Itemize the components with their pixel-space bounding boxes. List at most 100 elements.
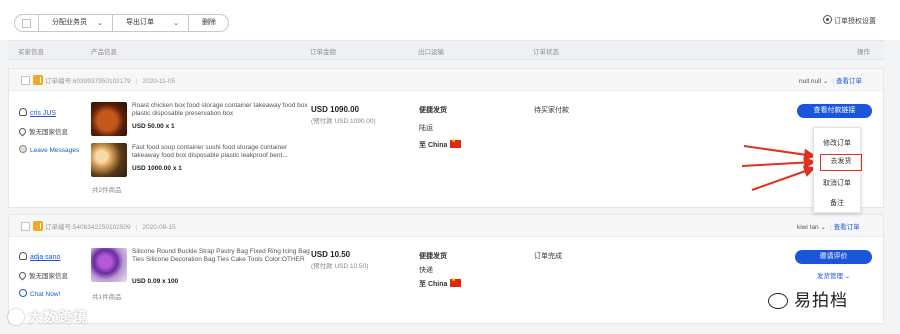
order-date: 2020-11-05: [142, 78, 176, 85]
checkbox-box: [22, 19, 31, 28]
order-card-header: 订单编号:5408342250102509 | 2020-09-15 kiwi ta…: [9, 215, 883, 237]
view-order-link[interactable]: 查看订单: [836, 78, 862, 85]
product-price: USD 1000.00 x 1: [132, 165, 182, 172]
column-actions: 操作: [857, 49, 870, 56]
order-amount: USD 10.50: [311, 250, 351, 259]
invite-review-button[interactable]: 邀请评价: [795, 250, 872, 264]
menu-item-modify-order[interactable]: 修改订单: [814, 138, 860, 148]
order-badge-icon: [33, 221, 43, 231]
location-pin-icon: [17, 270, 28, 281]
destination-text: 至 China: [419, 142, 448, 149]
buyer-location: 暂无国家信息: [17, 270, 68, 281]
order-card: 订单编号:5408342250102509 | 2020-09-15 kiwi ta…: [8, 214, 884, 324]
chat-now-link[interactable]: Chat Now!: [19, 289, 60, 298]
view-order-link[interactable]: 查看订单: [834, 224, 860, 231]
arrow-line: [743, 145, 816, 161]
buyer-location: 暂无国家信息: [17, 126, 68, 137]
assign-salesperson-label: 分配业务员: [52, 19, 87, 26]
person-icon: [19, 108, 27, 116]
shipping-management-label: 发货管理: [817, 273, 843, 280]
menu-item-remark[interactable]: 备注: [814, 198, 860, 208]
shipping-method: 便捷发货: [419, 253, 447, 260]
watermark-right-text: 易拍档: [794, 291, 848, 310]
buyer-name: cris JUS: [30, 110, 57, 117]
chat-icon: [19, 289, 27, 297]
assign-salesperson-button[interactable]: 分配业务员 ⌄: [38, 14, 113, 32]
logo-ring-icon: [8, 309, 24, 325]
shipping-destination: 至 China: [419, 277, 462, 289]
buyer-location-text: 暂无国家信息: [29, 129, 68, 136]
view-payment-link-button[interactable]: 查看付款链接: [797, 104, 872, 118]
destination-text: 至 China: [419, 281, 448, 288]
shipping-method: 便捷发货: [419, 107, 447, 114]
chevron-down-icon: ⌄: [818, 224, 826, 231]
shipping-mode: 快递: [419, 267, 433, 274]
location-pin-icon: [17, 126, 28, 137]
china-flag-icon: [450, 277, 462, 287]
column-status: 订单状态: [533, 49, 559, 56]
leave-messages-label: Leave Messages: [30, 147, 80, 154]
order-amount: USD 1090.00: [311, 105, 360, 114]
column-shipping: 出口运输: [418, 49, 444, 56]
buyer-name-link[interactable]: adja sano: [19, 252, 60, 261]
product-title-link[interactable]: Fast food soup container sushi food stor…: [132, 144, 312, 160]
export-orders-label: 导出订单: [126, 19, 154, 26]
shipping-management-link[interactable]: 发货管理 ⌄: [817, 270, 850, 280]
item-count: 共1件商品: [92, 294, 122, 301]
column-buyer: 买家信息: [18, 49, 44, 56]
arrow-line: [751, 165, 816, 191]
column-amount: 订单金额: [310, 49, 336, 56]
product-thumbnail[interactable]: [91, 102, 127, 136]
order-prepayment: (预付款 USD 1090.00): [311, 118, 376, 125]
leave-messages-link[interactable]: Leave Messages: [19, 145, 79, 154]
product-price: USD 50.00 x 1: [132, 123, 175, 130]
buyer-location-text: 暂无国家信息: [29, 273, 68, 280]
assignee-select[interactable]: null null: [799, 78, 821, 85]
menu-item-cancel-order[interactable]: 取消订单: [814, 178, 860, 188]
person-icon: [19, 252, 27, 260]
order-date: 2020-09-15: [142, 224, 176, 231]
chevron-down-icon: ⌄: [821, 78, 829, 85]
shipping-destination: 至 China: [419, 138, 462, 150]
menu-item-ship[interactable]: 去发货: [820, 154, 862, 171]
column-header-row: 买家信息 产品信息 订单金额 出口运输 订单状态 操作: [8, 40, 884, 60]
order-card-header: 订单编号:6039937950102179 | 2020-11-05 null nu…: [9, 69, 883, 91]
buyer-name: adja sano: [30, 254, 61, 261]
delete-button[interactable]: 删除: [188, 14, 229, 32]
shipping-mode: 陆运: [419, 125, 433, 132]
china-flag-icon: [450, 138, 462, 148]
select-all-checkbox[interactable]: [14, 14, 39, 32]
wechat-icon: [768, 293, 788, 309]
chat-now-label: Chat Now!: [30, 291, 61, 298]
order-authorization-settings-link[interactable]: 订单授权设置: [823, 15, 876, 26]
delete-label: 删除: [202, 19, 216, 26]
order-checkbox[interactable]: [21, 222, 30, 231]
product-title-link[interactable]: Roast chicken box food storage container…: [132, 102, 312, 118]
order-meta: 订单编号:5408342250102509 | 2020-09-15: [45, 224, 176, 231]
product-thumbnail[interactable]: [91, 143, 127, 177]
order-status: 待买家付款: [534, 107, 569, 114]
gear-icon: [823, 15, 832, 24]
order-number: 订单编号:6039937950102179: [45, 78, 131, 85]
export-orders-button[interactable]: 导出订单 ⌄: [112, 14, 189, 32]
order-header-right: null null ⌄ | 查看订单: [799, 78, 863, 85]
order-action-menu: 修改订单 去发货 取消订单 备注: [813, 127, 862, 213]
order-badge-icon: [33, 75, 43, 85]
column-product: 产品信息: [91, 49, 117, 56]
chevron-down-icon: ⌄: [97, 20, 103, 27]
product-title-link[interactable]: Silicone Round Buckle Strap Pastry Bag F…: [132, 248, 312, 264]
order-header-right: kiwi tan ⌄ | 查看订单: [797, 224, 860, 231]
order-prepayment: (预付款 USD 10.50): [311, 263, 369, 270]
item-count: 共2件商品: [92, 187, 122, 194]
watermark-left: 大数跨境: [8, 307, 88, 327]
toolbar: 分配业务员 ⌄ 导出订单 ⌄ 删除 订单授权设置: [0, 0, 900, 40]
order-checkbox[interactable]: [21, 76, 30, 85]
watermark-left-text: 大数跨境: [28, 309, 88, 325]
settings-label: 订单授权设置: [834, 18, 876, 25]
assignee-select[interactable]: kiwi tan: [797, 224, 819, 231]
arrow-line: [741, 156, 816, 169]
product-thumbnail[interactable]: [91, 248, 127, 282]
order-number: 订单编号:5408342250102509: [45, 224, 131, 231]
buyer-name-link[interactable]: cris JUS: [19, 108, 56, 117]
message-icon: [19, 145, 27, 153]
